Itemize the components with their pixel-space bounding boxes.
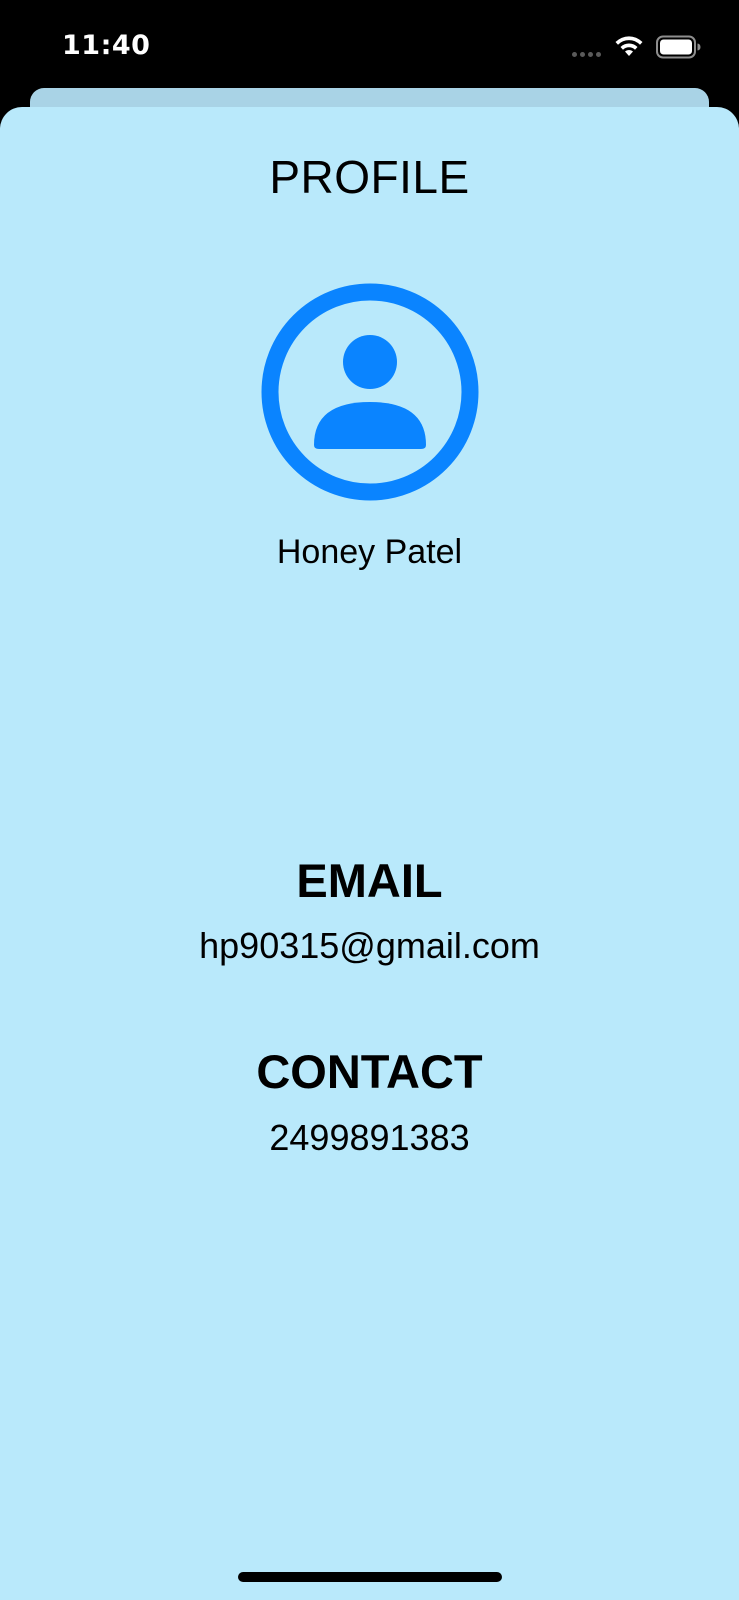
wifi-icon xyxy=(615,36,643,56)
contact-label: CONTACT xyxy=(256,1045,483,1098)
status-bar: 11:40 xyxy=(0,0,739,96)
user-name: Honey Patel xyxy=(276,533,463,571)
email-label: EMAIL xyxy=(296,854,443,907)
page-title: PROFILE xyxy=(269,151,470,203)
email-value: hp90315@gmail.com xyxy=(199,925,540,966)
status-time: 11:40 xyxy=(62,30,151,61)
home-indicator[interactable] xyxy=(238,1572,502,1582)
contact-value: 2499891383 xyxy=(269,1117,470,1158)
cellular-signal-icon xyxy=(572,52,601,57)
person-circle-icon xyxy=(261,283,479,501)
battery-icon xyxy=(656,35,701,59)
